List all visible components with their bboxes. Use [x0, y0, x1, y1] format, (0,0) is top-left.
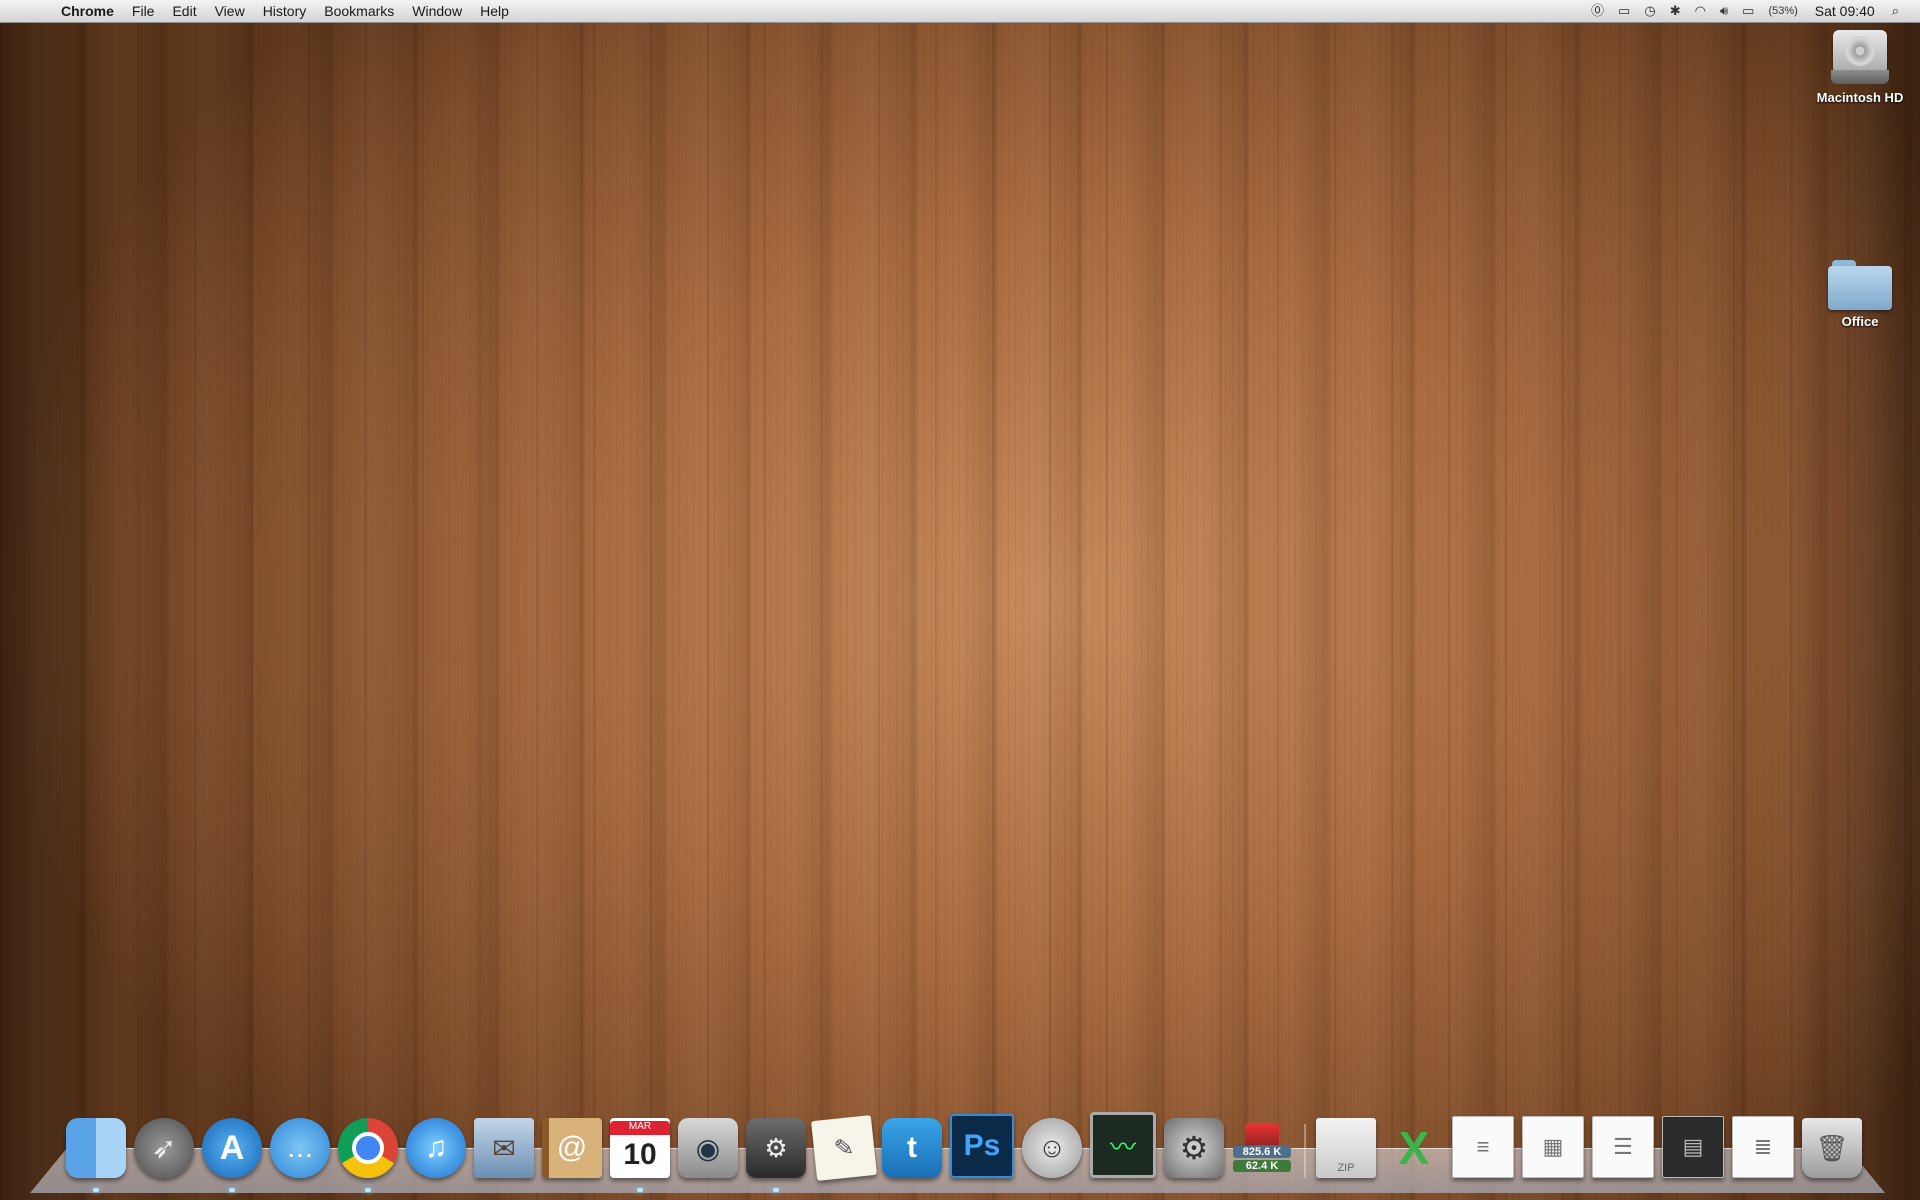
volume-icon[interactable]: 🔊︎	[1713, 0, 1735, 22]
status-area: ⓪ ▭ ◷ ✱ ◠ 🔊︎ ▭ (53%) Sat 09:40 ⌕	[1584, 0, 1920, 22]
finder-icon[interactable]	[66, 1118, 126, 1192]
minimized-window-4[interactable]: ▤	[1662, 1116, 1724, 1178]
minimized-window-2[interactable]: ▦	[1522, 1116, 1584, 1178]
spotlight-search-icon[interactable]: ⌕	[1885, 0, 1906, 22]
mail-icon[interactable]: ✉	[474, 1118, 534, 1178]
network-upload-rate: 62.4 K	[1233, 1160, 1291, 1172]
zip-file-icon[interactable]: ZIP	[1316, 1118, 1376, 1178]
folder-icon	[1828, 258, 1892, 310]
desktop-icon-label: Office	[1841, 314, 1879, 329]
wifi-icon[interactable]: ◠	[1688, 0, 1713, 22]
chrome-icon[interactable]	[338, 1118, 398, 1192]
contacts-icon[interactable]: @	[542, 1118, 602, 1178]
bluetooth-icon[interactable]: ✱	[1663, 0, 1688, 22]
minimized-window-1[interactable]: ≡	[1452, 1116, 1514, 1178]
menu-window[interactable]: Window	[403, 0, 471, 22]
system-preferences-icon[interactable]: ⚙	[1164, 1118, 1224, 1178]
time-machine-icon[interactable]: ◷	[1637, 0, 1662, 22]
menu-bar: Chrome File Edit View History Bookmarks …	[0, 0, 1920, 23]
calendar-month: MAR	[610, 1121, 670, 1135]
battery-icon[interactable]: ▭	[1735, 0, 1761, 22]
automator-icon[interactable]: ☺	[1022, 1118, 1082, 1178]
steam-icon[interactable]: ⚙	[746, 1118, 806, 1192]
network-monitor-graphic	[1245, 1123, 1279, 1145]
menu-clock[interactable]: Sat 09:40	[1805, 3, 1885, 19]
script-menu-icon[interactable]: ⓪	[1584, 0, 1611, 22]
network-download-rate: 825.6 K	[1233, 1146, 1291, 1158]
minimized-window-3[interactable]: ☰	[1592, 1116, 1654, 1178]
desktop-icon-office[interactable]: Office	[1805, 258, 1915, 329]
photoshop-icon[interactable]: Ps	[950, 1114, 1014, 1178]
twitter-icon[interactable]: t	[882, 1118, 942, 1178]
crossover-icon[interactable]: X	[1384, 1118, 1444, 1178]
facetime-icon[interactable]: ◉	[678, 1118, 738, 1178]
desktop-icon-macintosh-hd[interactable]: Macintosh HD	[1805, 30, 1915, 105]
menu-help[interactable]: Help	[471, 0, 518, 22]
menu-edit[interactable]: Edit	[163, 0, 205, 22]
menu-app-chrome[interactable]: Chrome	[52, 0, 123, 22]
calendar-day: 10	[623, 1138, 657, 1171]
dock: ➶ A … ♫ ✉ @ MAR 10 ◉ ⚙ ✎ t Ps ☺ 〰 ⚙ 825.…	[66, 1112, 1870, 1192]
battery-percent[interactable]: (53%)	[1761, 0, 1804, 22]
network-monitor-icon[interactable]: 825.6 K 62.4 K	[1232, 1118, 1292, 1178]
messages-icon[interactable]: …	[270, 1118, 330, 1178]
toggle-icon[interactable]: ▭	[1611, 0, 1637, 22]
app-store-icon[interactable]: A	[202, 1118, 262, 1192]
wallpaper-grain	[0, 0, 1920, 1200]
minimized-window-5[interactable]: ≣	[1732, 1116, 1794, 1178]
menu-view[interactable]: View	[206, 0, 254, 22]
wallpaper-shade	[0, 0, 1920, 1200]
textedit-icon[interactable]: ✎	[811, 1115, 877, 1181]
menu-history[interactable]: History	[254, 0, 316, 22]
zip-label: ZIP	[1337, 1162, 1355, 1174]
menu-file[interactable]: File	[123, 0, 164, 22]
menu-bookmarks[interactable]: Bookmarks	[315, 0, 403, 22]
itunes-icon[interactable]: ♫	[406, 1118, 466, 1178]
desktop-icon-label: Macintosh HD	[1816, 90, 1904, 105]
launchpad-icon[interactable]: ➶	[134, 1118, 194, 1178]
calendar-icon[interactable]: MAR 10	[610, 1118, 670, 1192]
activity-monitor-icon[interactable]: 〰	[1090, 1112, 1156, 1178]
dock-separator	[1304, 1124, 1306, 1178]
hard-drive-icon	[1831, 30, 1889, 86]
trash-icon[interactable]: 🗑︎	[1802, 1118, 1862, 1178]
